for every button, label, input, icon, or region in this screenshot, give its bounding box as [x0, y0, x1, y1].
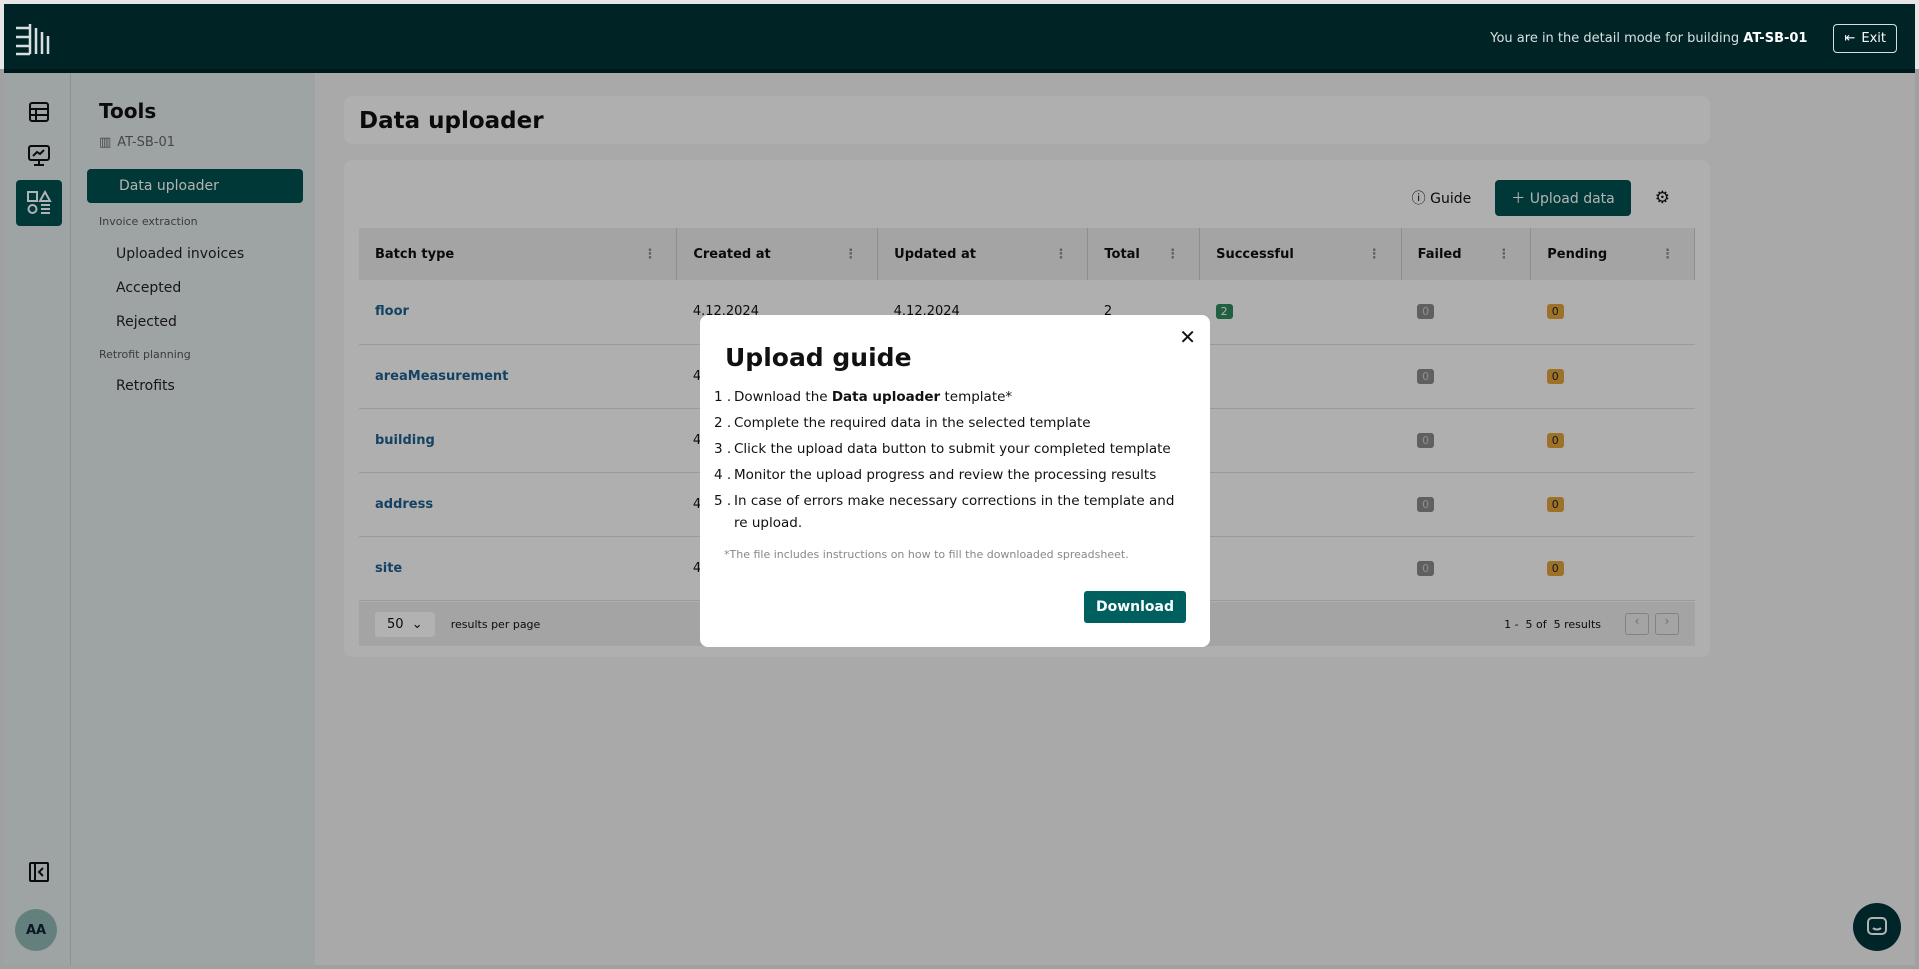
guide-step: 4 . Monitor the upload progress and revie… — [714, 462, 1186, 488]
close-icon[interactable]: ✕ — [1179, 325, 1196, 349]
step-number: 4 . — [714, 467, 732, 483]
guide-steps: 1 . Download the Data uploader template* 2… — [714, 384, 1186, 536]
upload-guide-modal: ✕ Upload guide 1 . Download the Data uplo… — [700, 315, 1210, 647]
download-button[interactable]: Download — [1083, 591, 1186, 623]
step-text: template* — [940, 389, 1013, 405]
modal-title: Upload guide — [725, 343, 912, 372]
guide-step: 1 . Download the Data uploader template* — [714, 384, 1186, 410]
modal-note: *The file includes instructions on how t… — [724, 548, 1129, 561]
exit-label: Exit — [1861, 31, 1886, 46]
step-text: Click the upload data button to submit y… — [734, 441, 1171, 457]
guide-step: 3 . Click the upload data button to submi… — [714, 436, 1186, 462]
mode-text: You are in the detail mode for building — [1490, 31, 1740, 46]
guide-step: 5 . In case of errors make necessary corr… — [714, 488, 1186, 536]
step-number: 3 . — [714, 441, 732, 457]
step-text: Complete the required data in the select… — [734, 415, 1091, 431]
exit-button[interactable]: ⇤ Exit — [1833, 24, 1897, 53]
guide-step: 2 . Complete the required data in the sel… — [714, 410, 1186, 436]
step-text: In case of errors make necessary correct… — [734, 493, 1175, 531]
mode-building: AT-SB-01 — [1743, 31, 1808, 46]
logo-icon — [16, 24, 50, 56]
step-bold: Data uploader — [831, 389, 941, 405]
step-text: Download the — [734, 389, 832, 405]
exit-icon: ⇤ — [1844, 31, 1856, 46]
step-number: 1 . — [714, 389, 732, 405]
top-bar: You are in the detail mode for building … — [4, 4, 1915, 73]
step-number: 5 . — [714, 493, 732, 509]
step-number: 2 . — [714, 415, 732, 431]
step-text: Monitor the upload progress and review t… — [734, 467, 1157, 483]
